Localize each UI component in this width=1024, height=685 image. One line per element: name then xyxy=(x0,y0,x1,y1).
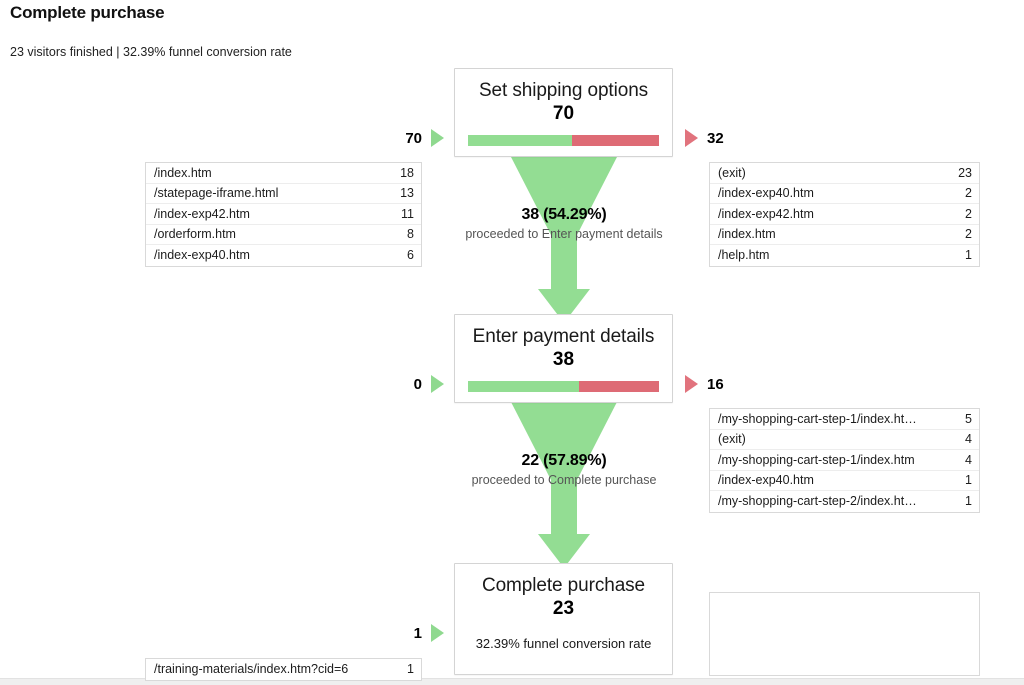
funnel-step-complete-purchase[interactable]: Complete purchase 23 32.39% funnel conve… xyxy=(454,563,673,675)
row-label: /index-exp42.htm xyxy=(718,206,814,221)
funnel-diagram: 38 (54.29%) proceeded to Enter payment d… xyxy=(0,0,1024,685)
entry-arrow-icon xyxy=(431,129,444,147)
exit-table-step-1[interactable]: (exit) 23 /index-exp40.htm 2 /index-exp4… xyxy=(709,162,980,267)
step-conversion-rate: 32.39% funnel conversion rate xyxy=(475,636,652,652)
table-row[interactable]: /index-exp42.htm 2 xyxy=(710,204,979,225)
row-label: /index-exp40.htm xyxy=(718,473,814,488)
funnel-connector-2 xyxy=(455,400,673,570)
row-value: 2 xyxy=(965,206,972,221)
row-value: 13 xyxy=(400,186,414,201)
row-value: 2 xyxy=(965,227,972,242)
progress-dropped xyxy=(571,135,659,146)
step-count: 70 xyxy=(552,103,575,125)
step-name: Enter payment details xyxy=(472,326,655,347)
exit-table-step-2[interactable]: /my-shopping-cart-step-1/index.ht… 5 (ex… xyxy=(709,408,980,513)
row-label: /training-materials/index.htm?cid=6 xyxy=(154,662,349,677)
entry-count: 0 xyxy=(413,375,422,393)
step-count: 38 xyxy=(552,349,575,371)
progress-proceeded xyxy=(468,135,572,146)
progress-dropped xyxy=(578,381,659,392)
table-row[interactable]: /training-materials/index.htm?cid=6 1 xyxy=(146,659,421,680)
row-label: /index-exp40.htm xyxy=(718,186,814,201)
row-value: 6 xyxy=(407,248,414,263)
exit-count: 32 xyxy=(707,129,724,147)
row-label: /statepage-iframe.html xyxy=(154,186,279,201)
funnel-step-set-shipping-options[interactable]: Set shipping options 70 xyxy=(454,68,673,157)
funnel-step-enter-payment-details[interactable]: Enter payment details 38 xyxy=(454,314,673,403)
row-value: 2 xyxy=(965,186,972,201)
row-value: 1 xyxy=(965,473,972,488)
exit-arrow-icon xyxy=(685,129,698,147)
row-label: /index.htm xyxy=(718,227,776,242)
step-progress-bar xyxy=(468,381,659,392)
entry-marker-step-1: 70 xyxy=(372,129,444,147)
row-value: 11 xyxy=(401,206,414,221)
row-label: /my-shopping-cart-step-1/index.htm xyxy=(718,452,915,467)
entry-marker-step-2: 0 xyxy=(372,375,444,393)
table-row[interactable]: /index.htm 2 xyxy=(710,225,979,245)
row-label: /orderform.htm xyxy=(154,227,236,242)
entry-arrow-icon xyxy=(431,375,444,393)
row-label: (exit) xyxy=(718,432,746,447)
entry-count: 1 xyxy=(413,624,422,642)
table-row[interactable]: /index-exp40.htm 6 xyxy=(146,245,421,266)
table-row[interactable]: (exit) 23 xyxy=(710,163,979,184)
table-row[interactable]: /my-shopping-cart-step-1/index.htm 4 xyxy=(710,450,979,471)
table-row[interactable]: /index-exp40.htm 1 xyxy=(710,471,979,491)
entry-table-step-1[interactable]: /index.htm 18 /statepage-iframe.html 13 … xyxy=(145,162,422,267)
row-label: /index.htm xyxy=(154,165,212,180)
table-row[interactable]: /my-shopping-cart-step-1/index.ht… 5 xyxy=(710,409,979,430)
table-row[interactable]: /my-shopping-cart-step-2/index.ht… 1 xyxy=(710,491,979,512)
table-row[interactable]: /index-exp42.htm 11 xyxy=(146,204,421,225)
exit-marker-step-1: 32 xyxy=(685,129,724,147)
table-row[interactable]: (exit) 4 xyxy=(710,430,979,450)
row-value: 5 xyxy=(965,411,972,426)
row-label: /index-exp40.htm xyxy=(154,248,250,263)
entry-marker-step-3: 1 xyxy=(372,624,444,642)
exit-arrow-icon xyxy=(685,375,698,393)
row-value: 18 xyxy=(400,165,414,180)
table-row[interactable]: /help.htm 1 xyxy=(710,245,979,266)
entry-table-step-3[interactable]: /training-materials/index.htm?cid=6 1 xyxy=(145,658,422,681)
funnel-connector-1 xyxy=(455,155,673,325)
step-progress-bar xyxy=(468,135,659,146)
row-label: /my-shopping-cart-step-1/index.ht… xyxy=(718,411,917,426)
table-row[interactable]: /statepage-iframe.html 13 xyxy=(146,184,421,204)
table-row[interactable]: /index.htm 18 xyxy=(146,163,421,184)
row-value: 8 xyxy=(407,227,414,242)
row-value: 1 xyxy=(965,494,972,509)
step-name: Set shipping options xyxy=(478,80,649,101)
row-value: 1 xyxy=(965,248,972,263)
row-value: 4 xyxy=(965,452,972,467)
table-row[interactable]: /index-exp40.htm 2 xyxy=(710,184,979,204)
entry-arrow-icon xyxy=(431,624,444,642)
step-count: 23 xyxy=(552,598,575,620)
row-label: /my-shopping-cart-step-2/index.ht… xyxy=(718,494,917,509)
row-value: 4 xyxy=(965,432,972,447)
step-name: Complete purchase xyxy=(481,575,646,596)
table-row[interactable]: /orderform.htm 8 xyxy=(146,225,421,245)
row-label: /index-exp42.htm xyxy=(154,206,250,221)
exit-marker-step-2: 16 xyxy=(685,375,724,393)
entry-count: 70 xyxy=(405,129,422,147)
exit-count: 16 xyxy=(707,375,724,393)
row-label: (exit) xyxy=(718,165,746,180)
progress-proceeded xyxy=(468,381,579,392)
exit-table-step-3[interactable] xyxy=(709,592,980,676)
row-value: 1 xyxy=(407,662,414,677)
row-value: 23 xyxy=(958,165,972,180)
row-label: /help.htm xyxy=(718,248,770,263)
